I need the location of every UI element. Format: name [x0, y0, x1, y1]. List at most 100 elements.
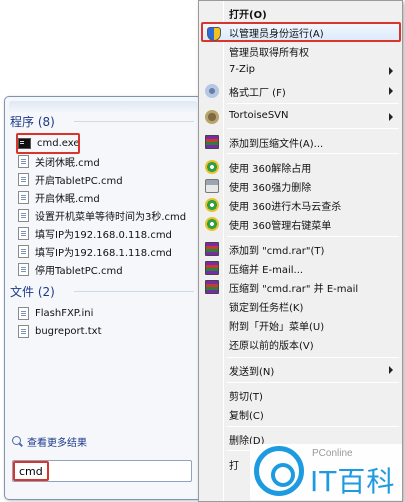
program-item-label: 停用TabletPC.cmd — [35, 265, 123, 277]
file-icon — [18, 172, 29, 186]
format-factory-icon — [205, 84, 219, 98]
menu-item-label: 7-Zip — [229, 64, 255, 75]
menu-item-add-to-archive[interactable]: 添加到压缩文件(A)... — [201, 132, 401, 152]
files-group-header: 文件 (2) — [10, 284, 55, 299]
menu-item-cut[interactable]: 剪切(T) — [201, 385, 401, 405]
file-item-label: bugreport.txt — [35, 325, 102, 337]
file-item-label: FlashFXP.ini — [35, 307, 94, 319]
menu-item-label: 复制(C) — [229, 411, 264, 422]
context-menu: 打开(O) 以管理员身份运行(A) 管理员取得所有权 7-Zip 格式工厂 (F… — [198, 0, 403, 502]
menu-item-tortoise-svn[interactable]: TortoiseSVN — [201, 107, 401, 127]
menu-item-label: 添加到 "cmd.rar"(T) — [229, 246, 325, 257]
menu-item-360-trojan-scan[interactable]: 使用 360进行木马云查杀 — [201, 195, 401, 215]
menu-item-copy[interactable]: 复制(C) — [201, 404, 401, 424]
search-icon — [12, 435, 23, 447]
menu-item-pin-to-start[interactable]: 附到「开始」菜单(U) — [201, 315, 401, 335]
program-item-label: 开启休眠.cmd — [35, 193, 100, 205]
program-item[interactable]: 停用TabletPC.cmd — [14, 260, 198, 278]
program-item[interactable]: 开启TabletPC.cmd — [14, 170, 198, 188]
menu-item-label: 锁定到任务栏(K) — [229, 303, 304, 314]
menu-item-label: 管理员取得所有权 — [229, 48, 309, 59]
menu-separator — [227, 382, 399, 383]
file-item[interactable]: FlashFXP.ini — [14, 304, 198, 322]
file-icon — [18, 244, 29, 258]
program-item[interactable]: 填写IP为192.168.1.118.cmd — [14, 242, 198, 260]
file-icon — [18, 208, 29, 222]
menu-item-360-manage-menu[interactable]: 使用 360管理右键菜单 — [201, 214, 401, 234]
menu-item-7zip[interactable]: 7-Zip — [201, 61, 401, 81]
winrar-icon — [205, 135, 219, 149]
winrar-icon — [205, 280, 219, 294]
menu-item-compress-cmd-rar-email[interactable]: 压缩到 "cmd.rar" 并 E-mail — [201, 277, 401, 297]
program-item[interactable]: 开启休眠.cmd — [14, 188, 198, 206]
printer-icon — [205, 179, 219, 193]
submenu-arrow-icon — [389, 366, 393, 374]
file-icon — [18, 154, 29, 168]
file-icon — [18, 324, 29, 338]
submenu-arrow-icon — [389, 113, 393, 121]
file-icon — [18, 306, 29, 320]
menu-item-run-as-admin[interactable]: 以管理员身份运行(A) — [201, 22, 401, 42]
start-menu-top-glow — [9, 101, 197, 113]
menu-item-label: 格式工厂 (F) — [229, 88, 286, 99]
menu-item-label: 打 — [229, 461, 239, 472]
menu-item-compress-email[interactable]: 压缩并 E-mail... — [201, 258, 401, 278]
winrar-icon — [205, 242, 219, 256]
menu-item-360-unlock[interactable]: 使用 360解除占用 — [201, 157, 401, 177]
menu-item-label: 使用 360管理右键菜单 — [229, 221, 332, 232]
menu-item-label: 使用 360解除占用 — [229, 164, 312, 175]
programs-group-header: 程序 (8) — [10, 114, 55, 129]
divider — [74, 291, 194, 292]
winrar-icon — [205, 261, 219, 275]
watermark-name: IT百科 — [310, 465, 396, 498]
program-item-label: 关闭休眠.cmd — [35, 157, 100, 169]
program-item-label: 填写IP为192.168.0.118.cmd — [35, 229, 172, 241]
submenu-arrow-icon — [389, 67, 393, 75]
program-item-label: 开启TabletPC.cmd — [35, 175, 123, 187]
tortoise-svn-icon — [205, 110, 219, 124]
menu-separator — [227, 128, 399, 129]
menu-item-label: 使用 360进行木马云查杀 — [229, 202, 342, 213]
360-icon — [205, 217, 219, 231]
menu-item-label: TortoiseSVN — [229, 110, 289, 121]
menu-item-label: 使用 360强力删除 — [229, 183, 312, 194]
see-more-results-label: 查看更多结果 — [27, 437, 87, 449]
menu-item-label: 压缩到 "cmd.rar" 并 E-mail — [229, 284, 359, 295]
menu-item-360-force-delete[interactable]: 使用 360强力删除 — [201, 176, 401, 196]
menu-item-label: 打开(O) — [229, 10, 267, 21]
files-header-label: 文件 (2) — [10, 284, 55, 299]
program-item[interactable]: 设置开机菜单等待时间为3秒.cmd — [14, 206, 198, 224]
menu-item-label: 压缩并 E-mail... — [229, 265, 304, 276]
menu-item-label: 还原以前的版本(V) — [229, 341, 314, 352]
menu-item-label: 以管理员身份运行(A) — [229, 29, 324, 40]
programs-list: cmd.exe 关闭休眠.cmd 开启TabletPC.cmd 开启休眠.cmd… — [14, 134, 198, 278]
program-item[interactable]: 关闭休眠.cmd — [14, 152, 198, 170]
menu-item-add-to-cmd-rar[interactable]: 添加到 "cmd.rar"(T) — [201, 239, 401, 259]
menu-separator — [227, 236, 399, 237]
360-icon — [205, 198, 219, 212]
menu-item-restore-previous[interactable]: 还原以前的版本(V) — [201, 334, 401, 354]
pconline-watermark: PConline IT百科 — [250, 444, 402, 500]
file-icon — [18, 262, 29, 276]
menu-separator — [227, 153, 399, 154]
cmd-exe-highlight — [16, 133, 80, 154]
search-value-highlight — [13, 461, 49, 481]
it-baike-logo-icon — [254, 446, 304, 496]
menu-item-open[interactable]: 打开(O) — [201, 3, 401, 23]
menu-separator — [227, 103, 399, 104]
shield-icon — [207, 27, 221, 41]
menu-item-label: 附到「开始」菜单(U) — [229, 322, 325, 333]
menu-item-take-ownership[interactable]: 管理员取得所有权 — [201, 41, 401, 61]
program-item-label: 设置开机菜单等待时间为3秒.cmd — [35, 211, 187, 223]
program-item[interactable]: 填写IP为192.168.0.118.cmd — [14, 224, 198, 242]
menu-item-format-factory[interactable]: 格式工厂 (F) — [201, 81, 401, 101]
file-item[interactable]: bugreport.txt — [14, 322, 198, 340]
360-icon — [205, 160, 219, 174]
menu-item-label: 剪切(T) — [229, 392, 263, 403]
see-more-results-link[interactable]: 查看更多结果 — [12, 434, 87, 449]
menu-separator — [227, 357, 399, 358]
menu-item-pin-to-taskbar[interactable]: 锁定到任务栏(K) — [201, 296, 401, 316]
menu-item-send-to[interactable]: 发送到(N) — [201, 360, 401, 380]
menu-item-label: 添加到压缩文件(A)... — [229, 139, 324, 150]
program-item-label: 填写IP为192.168.1.118.cmd — [35, 247, 172, 259]
